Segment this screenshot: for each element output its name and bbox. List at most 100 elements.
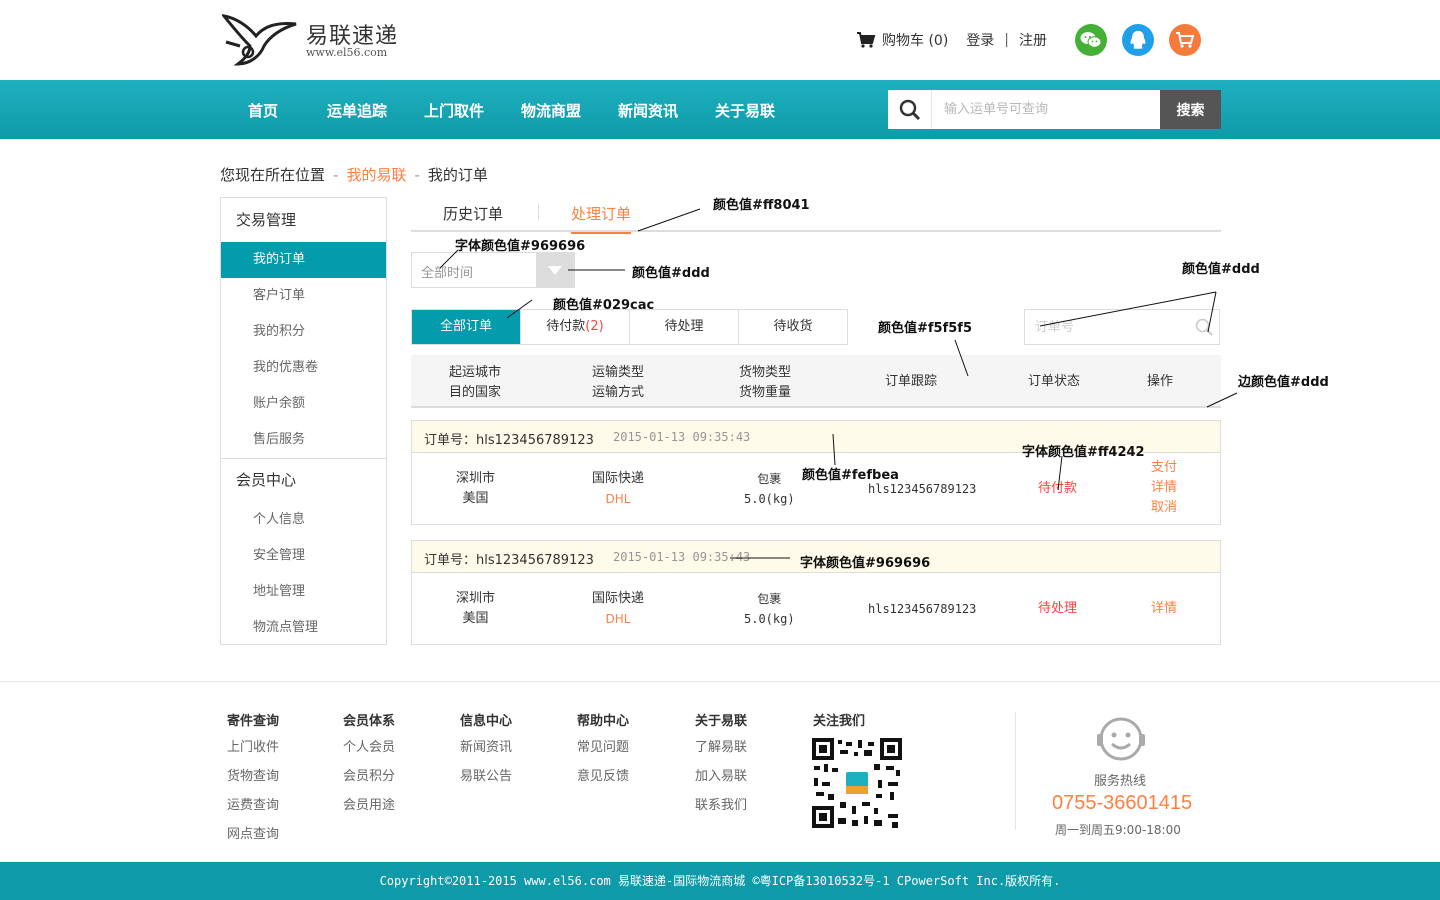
footer-link[interactable]: 上门收件	[227, 738, 279, 758]
nav-pickup[interactable]: 上门取件	[424, 100, 484, 121]
order-dest: 美国	[462, 611, 489, 626]
search-icon[interactable]	[888, 90, 932, 129]
main-nav: 首页 运单追踪 上门取件 物流商盟 新闻资讯 关于易联	[0, 80, 1440, 139]
th-goods: 货物类型 货物重量	[739, 363, 791, 403]
sidebar-item-balance[interactable]: 账户余额	[221, 386, 386, 422]
breadcrumb-current: 我的订单	[427, 166, 488, 184]
pay-link[interactable]: 支付	[1151, 458, 1177, 478]
footer-col-shipping: 寄件查询 上门收件 货物查询 运费查询 网点查询	[227, 710, 279, 854]
footer-link[interactable]: 新闻资讯	[460, 738, 512, 758]
detail-link[interactable]: 详情	[1151, 478, 1177, 498]
status-tab-pending-receive[interactable]: 待收货	[738, 310, 847, 344]
footer-link[interactable]: 运费查询	[227, 796, 279, 816]
logo-url: www.el56.com	[306, 46, 388, 59]
logo[interactable]: 易联速递 www.el56.com	[222, 12, 402, 68]
cart-icon[interactable]	[856, 31, 876, 49]
copyright-bar: Copyright©2011-2015 www.el56.com 易联速递-国际…	[0, 862, 1440, 900]
status-tab-pending-pay[interactable]: 待付款(2)	[520, 310, 629, 344]
footer-link[interactable]: 联系我们	[695, 796, 747, 816]
sidebar: 交易管理 我的订单 客户订单 我的积分 我的优惠卷 账户余额 售后服务 会员中心…	[220, 197, 387, 645]
th-transport: 运输类型 运输方式	[592, 363, 644, 403]
annotation-label: 颜色值#ddd	[632, 266, 710, 281]
order-actions: 支付 详情 取消	[1151, 458, 1177, 518]
nav-alliance[interactable]: 物流商盟	[521, 100, 581, 121]
shop-cart-button[interactable]	[1169, 24, 1201, 56]
nav-home[interactable]: 首页	[248, 100, 278, 121]
chevron-down-icon[interactable]	[536, 253, 574, 287]
footer-col-info: 信息中心 新闻资讯 易联公告	[460, 710, 512, 796]
footer-link[interactable]: 常见问题	[577, 738, 629, 758]
footer-link[interactable]: 货物查询	[227, 767, 279, 787]
detail-link[interactable]: 详情	[1151, 599, 1177, 619]
footer-vertical-divider	[1015, 712, 1016, 830]
annotation-label: 字体颜色值#969696	[800, 556, 931, 571]
order-weight: 5.0(kg)	[744, 612, 795, 626]
order-mode: DHL	[605, 612, 631, 626]
search-button[interactable]: 搜索	[1160, 90, 1221, 129]
search-icon[interactable]	[1195, 318, 1213, 336]
sidebar-item-customer-orders[interactable]: 客户订单	[221, 278, 386, 314]
sidebar-item-my-orders[interactable]: 我的订单	[221, 242, 386, 278]
footer-link[interactable]: 网点查询	[227, 825, 279, 845]
status-tab-pending-process[interactable]: 待处理	[629, 310, 738, 344]
footer-col-follow: 关注我们	[813, 710, 865, 738]
order-route: 深圳市 美国	[456, 469, 495, 509]
waybill-search-input[interactable]	[934, 90, 1160, 129]
qq-button[interactable]	[1122, 24, 1154, 56]
register-link[interactable]: 注册	[1019, 30, 1047, 50]
sidebar-group-trade: 交易管理	[236, 211, 297, 229]
footer-link[interactable]: 会员用途	[343, 796, 395, 816]
footer-link[interactable]: 了解易联	[695, 738, 747, 758]
status-tab-all[interactable]: 全部订单	[412, 310, 520, 344]
tab-history[interactable]: 历史订单	[443, 203, 503, 232]
order-search-input[interactable]	[1026, 311, 1186, 343]
breadcrumb-my-el[interactable]: 我的易联	[346, 166, 406, 184]
annotation-label: 颜色值#ddd	[1182, 262, 1260, 277]
nav-about[interactable]: 关于易联	[715, 100, 775, 121]
sidebar-item-address[interactable]: 地址管理	[221, 574, 386, 610]
order-goods: 包裹 5.0(kg)	[744, 469, 795, 509]
breadcrumb-prefix: 您现在所在位置	[220, 166, 326, 184]
nav-tracking[interactable]: 运单追踪	[327, 100, 387, 121]
sidebar-item-security[interactable]: 安全管理	[221, 538, 386, 574]
order-type: 国际快递	[592, 471, 645, 486]
footer-link[interactable]: 加入易联	[695, 767, 747, 787]
shopping-cart-icon	[1176, 32, 1195, 48]
order-weight: 5.0(kg)	[744, 492, 795, 506]
login-link[interactable]: 登录	[966, 30, 994, 50]
sidebar-item-coupons[interactable]: 我的优惠卷	[221, 350, 386, 386]
nav-news[interactable]: 新闻资讯	[618, 100, 678, 121]
time-select[interactable]: 全部时间	[411, 252, 575, 288]
order-tracking[interactable]: hls123456789123	[868, 599, 976, 619]
sidebar-group-member: 会员中心	[236, 471, 297, 489]
cart-link[interactable]: 购物车 (0)	[882, 30, 948, 50]
site-header: 易联速递 www.el56.com 购物车 (0) 登录 | 注册	[0, 0, 1440, 80]
tab-processing[interactable]: 处理订单	[571, 203, 632, 234]
sidebar-item-points[interactable]: 我的积分	[221, 314, 386, 350]
footer-link[interactable]: 个人会员	[343, 738, 395, 758]
sidebar-item-after-sales[interactable]: 售后服务	[221, 422, 386, 458]
annotation-label: 字体颜色值#969696	[455, 239, 586, 254]
footer-link[interactable]: 意见反馈	[577, 767, 629, 787]
status-tab-pending-pay-label: 待付款	[546, 319, 586, 334]
footer-divider	[0, 681, 1440, 682]
breadcrumb-dash: -	[414, 166, 420, 184]
order-status: 待处理	[1038, 601, 1078, 616]
footer-link[interactable]: 易联公告	[460, 767, 512, 787]
th-transport-type: 运输类型	[592, 365, 645, 380]
wechat-button[interactable]	[1075, 24, 1107, 56]
wechat-icon	[1080, 32, 1102, 48]
order-route: 深圳市 美国	[456, 589, 495, 629]
tab-separator	[538, 204, 539, 220]
order-origin: 深圳市	[456, 471, 496, 486]
sidebar-item-profile[interactable]: 个人信息	[221, 502, 386, 538]
order-type: 国际快递	[592, 591, 645, 606]
waybill-search: 搜索	[888, 90, 1221, 129]
footer-link[interactable]: 会员积分	[343, 767, 395, 787]
th-goods-weight: 货物重量	[739, 385, 792, 400]
order-number: 订单号：hls123456789123	[424, 553, 594, 568]
footer-col-head: 帮助中心	[577, 714, 630, 729]
cancel-link[interactable]: 取消	[1151, 498, 1177, 518]
sidebar-item-logistics-points[interactable]: 物流点管理	[221, 610, 386, 646]
th-goods-type: 货物类型	[739, 365, 792, 380]
